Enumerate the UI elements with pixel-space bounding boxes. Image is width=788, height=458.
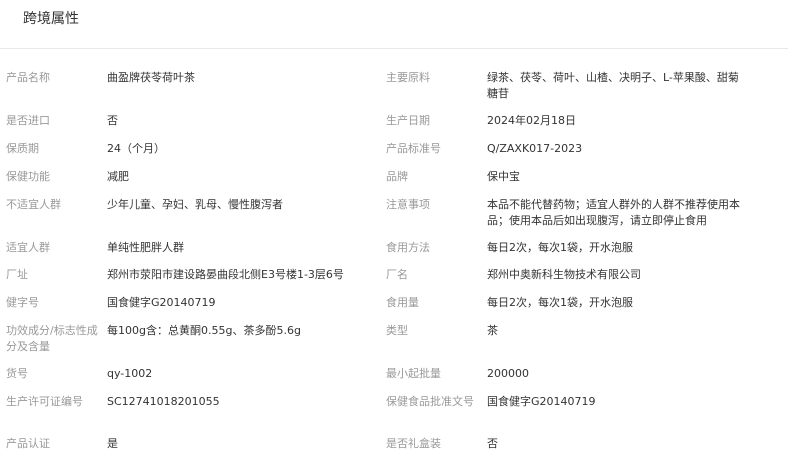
attribute-value: 是	[107, 437, 118, 450]
attribute-label: 不适宜人群	[6, 198, 61, 211]
attribute-label: 保质期	[6, 142, 39, 155]
attribute-label: 类型	[386, 324, 408, 337]
attribute-label: 厂址	[6, 268, 28, 281]
attribute-label: 产品标准号	[386, 142, 441, 155]
attribute-label: 适宜人群	[6, 241, 50, 254]
attribute-label: 产品名称	[6, 71, 50, 84]
attribute-value: 曲盈牌茯苓荷叶茶	[107, 71, 195, 84]
attribute-label: 是否礼盒装	[386, 437, 441, 450]
attribute-value: 2024年02月18日	[487, 114, 576, 127]
attribute-value: SC12741018201055	[107, 395, 220, 408]
attribute-label: 厂名	[386, 268, 408, 281]
attribute-value: 每日2次，每次1袋，开水泡服	[487, 296, 633, 309]
attribute-value: 本品不能代替药物；适宜人群外的人群不推荐使用本品；使用本品后如出现腹泻，请立即停…	[487, 198, 740, 227]
attribute-value: 200000	[487, 367, 529, 380]
attribute-value: 否	[487, 437, 498, 450]
attribute-value: 国食健字G20140719	[487, 395, 596, 408]
attribute-label: 品牌	[386, 170, 408, 183]
attribute-label: 生产日期	[386, 114, 430, 127]
attribute-value: 少年儿童、孕妇、乳母、慢性腹泻者	[107, 198, 283, 211]
attribute-value: 茶	[487, 324, 498, 337]
attribute-label: 产品认证	[6, 437, 50, 450]
attribute-value: 减肥	[107, 170, 129, 183]
attribute-label: 货号	[6, 367, 28, 380]
attribute-label: 食用量	[386, 296, 419, 309]
attribute-label: 注意事项	[386, 198, 430, 211]
attribute-value: 单纯性肥胖人群	[107, 241, 184, 254]
attribute-label: 主要原料	[386, 71, 430, 84]
attribute-value: 保中宝	[487, 170, 520, 183]
attribute-value: 郑州市荥阳市建设路晏曲段北侧E3号楼1-3层6号	[107, 268, 344, 281]
attribute-value: 否	[107, 114, 118, 127]
attribute-grid: 产品名称 曲盈牌茯苓荷叶茶 主要原料 绿茶、茯苓、荷叶、山楂、决明子、L-苹果酸…	[0, 0, 788, 458]
attribute-value: 每100g含：总黄酮0.55g、茶多酚5.6g	[107, 324, 301, 337]
attribute-value: 每日2次，每次1袋，开水泡服	[487, 241, 633, 254]
attribute-label: 保健功能	[6, 170, 50, 183]
attribute-value: qy-1002	[107, 367, 153, 380]
attribute-label: 保健食品批准文号	[386, 395, 474, 408]
attribute-label: 生产许可证编号	[6, 395, 83, 408]
attribute-value: 郑州中奥新科生物技术有限公司	[487, 268, 641, 281]
attribute-label: 是否进口	[6, 114, 50, 127]
attribute-label: 健字号	[6, 296, 39, 309]
attribute-label: 食用方法	[386, 241, 430, 254]
attribute-value: Q/ZAXK017-2023	[487, 142, 583, 155]
attribute-label: 功效成分/标志性成分及含量	[6, 324, 98, 353]
attribute-value: 绿茶、茯苓、荷叶、山楂、决明子、L-苹果酸、甜菊糖苷	[487, 71, 739, 100]
attribute-value: 国食健字G20140719	[107, 296, 216, 309]
attribute-value: 24（个月）	[107, 142, 165, 155]
attribute-label: 最小起批量	[386, 367, 441, 380]
